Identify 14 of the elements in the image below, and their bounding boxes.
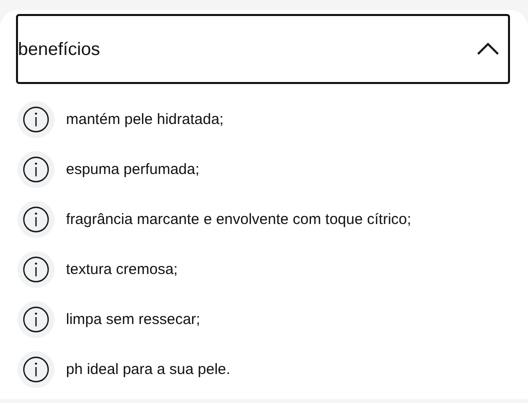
benefit-text: mantém pele hidratada; <box>66 111 224 128</box>
info-icon <box>16 250 56 289</box>
benefit-text: limpa sem ressecar; <box>66 311 200 328</box>
info-icon <box>16 200 56 239</box>
benefit-text: espuma perfumada; <box>66 161 200 178</box>
info-icon <box>16 150 56 189</box>
accordion-header[interactable]: benefícios <box>16 14 510 84</box>
benefit-text: ph ideal para a sua pele. <box>66 361 230 378</box>
info-icon <box>16 300 56 339</box>
chevron-up-icon <box>476 42 500 56</box>
benefit-text: fragrância marcante e envolvente com toque cítrico; <box>66 211 412 228</box>
info-icon <box>16 350 56 389</box>
info-icon <box>16 100 56 139</box>
benefit-text: textura cremosa; <box>66 261 178 278</box>
